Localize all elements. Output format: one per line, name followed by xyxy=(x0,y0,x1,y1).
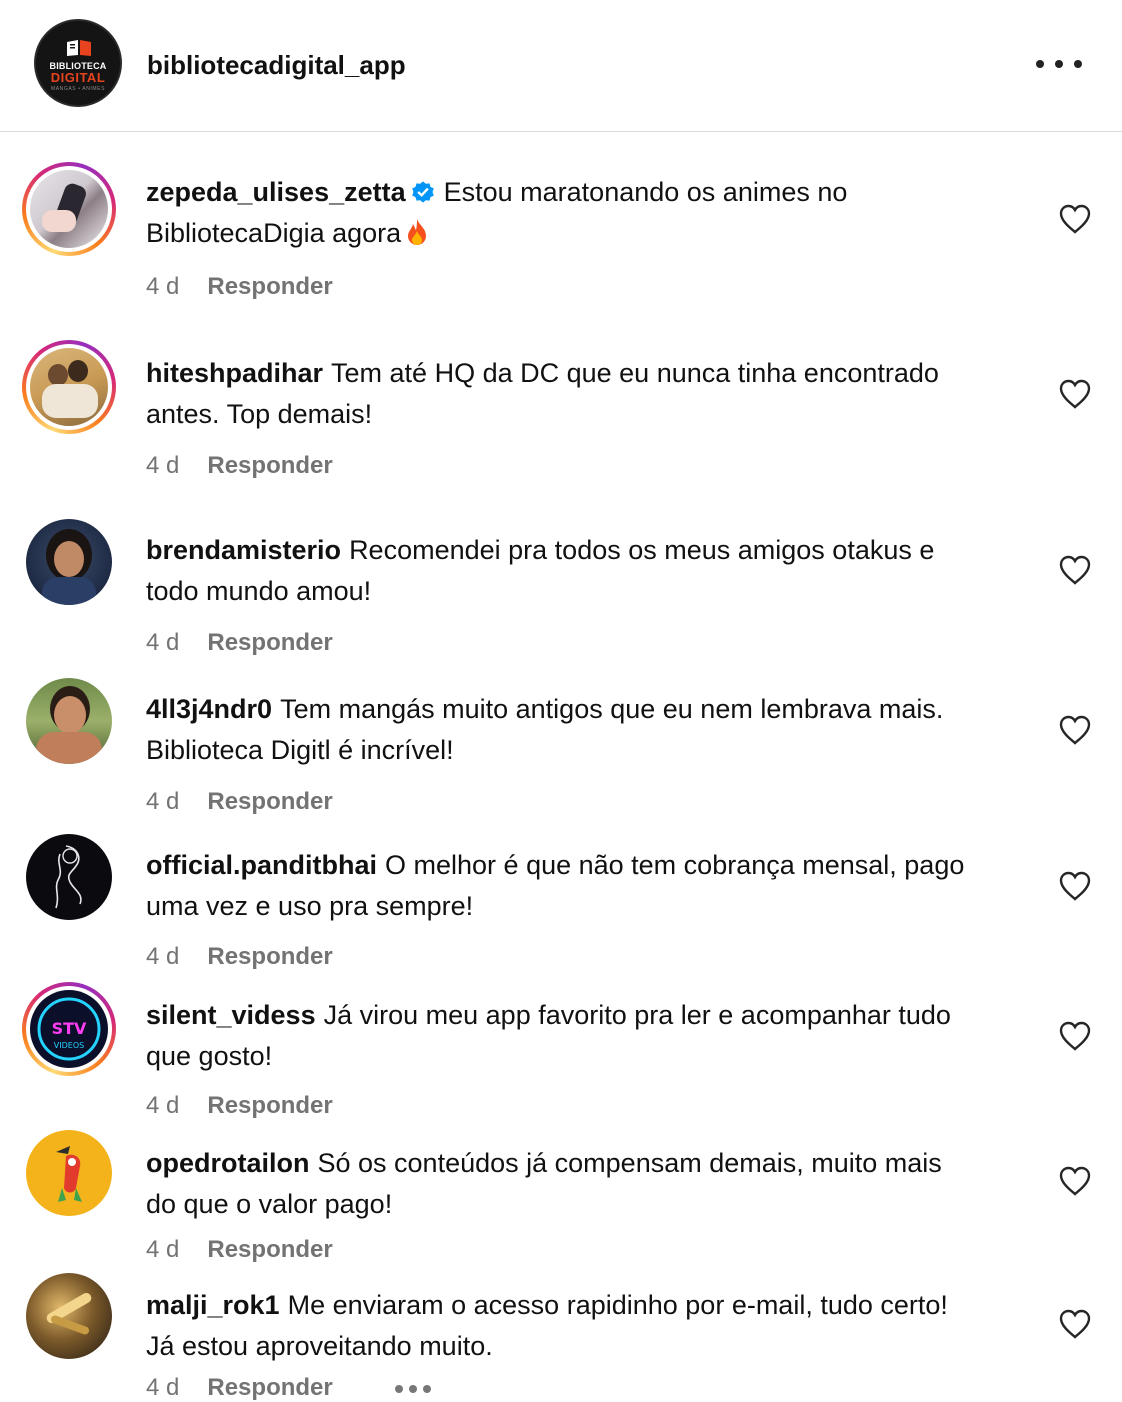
comment-text: silent_videss Já virou meu app favorito p… xyxy=(146,995,976,1077)
reply-button[interactable]: Responder xyxy=(207,629,332,656)
comment-username[interactable]: official.panditbhai xyxy=(146,850,377,880)
comment-text: malji_rok1 Me enviaram o acesso rapidinho… xyxy=(146,1285,976,1367)
comment-timestamp: 4 d xyxy=(146,1374,180,1401)
reply-button[interactable]: Responder xyxy=(207,1236,332,1263)
more-horizontal-icon[interactable] xyxy=(395,1385,431,1393)
heart-outline-icon[interactable] xyxy=(1058,714,1092,746)
avatar[interactable]: STV VIDEOS xyxy=(22,982,116,1076)
comment-timestamp: 4 d xyxy=(146,1092,180,1119)
reply-button[interactable]: Responder xyxy=(207,1092,332,1119)
account-avatar[interactable]: BIBLIOTECA DIGITAL MANGAS • ANIMES xyxy=(34,19,122,107)
heart-outline-icon[interactable] xyxy=(1058,870,1092,902)
comment-item: zepeda_ulises_zetta Estou maratonando os … xyxy=(0,160,1122,310)
comment-meta: 4 d Responder xyxy=(146,1374,333,1402)
comment-meta: 4 d Responder xyxy=(146,273,333,301)
comment-text: official.panditbhai O melhor é que não te… xyxy=(146,845,976,927)
comment-item: brendamisterio Recomendei pra todos os me… xyxy=(0,516,1122,666)
comment-timestamp: 4 d xyxy=(146,1236,180,1263)
avatar[interactable] xyxy=(22,162,116,256)
book-logo-icon xyxy=(67,40,91,56)
comment-item: opedrotailon Só os conteúdos já compensam… xyxy=(0,1128,1122,1278)
logo-text-sub: MANGAS • ANIMES xyxy=(50,86,106,92)
comment-timestamp: 4 d xyxy=(146,452,180,479)
heart-outline-icon[interactable] xyxy=(1058,378,1092,410)
comment-item: official.panditbhai O melhor é que não te… xyxy=(0,832,1122,982)
more-options-button[interactable] xyxy=(1036,54,1082,74)
neon-logo-image: STV VIDEOS xyxy=(37,997,101,1061)
avatar[interactable] xyxy=(22,340,116,434)
comment-username[interactable]: 4ll3j4ndr0 xyxy=(146,694,272,724)
comment-meta: 4 d Responder xyxy=(146,788,333,816)
line-art-image xyxy=(55,845,82,909)
comment-item: hiteshpadihar Tem até HQ da DC que eu nun… xyxy=(0,338,1122,488)
comment-text: opedrotailon Só os conteúdos já compensam… xyxy=(146,1143,976,1225)
reply-button[interactable]: Responder xyxy=(207,1374,332,1401)
account-name[interactable]: bibliotecadigital_app xyxy=(147,50,406,81)
heart-outline-icon[interactable] xyxy=(1058,1308,1092,1340)
comment-item: 4ll3j4ndr0 Tem mangás muito antigos que e… xyxy=(0,676,1122,826)
comment-meta: 4 d Responder xyxy=(146,452,333,480)
comment-timestamp: 4 d xyxy=(146,788,180,815)
heart-outline-icon[interactable] xyxy=(1058,203,1092,235)
comment-meta: 4 d Responder xyxy=(146,1092,333,1120)
avatar[interactable] xyxy=(26,519,112,605)
comment-text: brendamisterio Recomendei pra todos os me… xyxy=(146,530,976,612)
cartoon-avatar-image xyxy=(56,1146,82,1202)
comment-username[interactable]: malji_rok1 xyxy=(146,1290,280,1320)
comment-timestamp: 4 d xyxy=(146,273,180,300)
comment-username[interactable]: silent_videss xyxy=(146,1000,316,1030)
comment-username[interactable]: zepeda_ulises_zetta xyxy=(146,177,406,207)
comment-timestamp: 4 d xyxy=(146,629,180,656)
avatar[interactable] xyxy=(26,1273,112,1359)
verified-badge-icon xyxy=(411,181,434,203)
comment-meta: 4 d Responder xyxy=(146,1236,333,1264)
comment-username[interactable]: brendamisterio xyxy=(146,535,341,565)
heart-outline-icon[interactable] xyxy=(1058,1165,1092,1197)
avatar[interactable] xyxy=(26,1130,112,1216)
reply-button[interactable]: Responder xyxy=(207,943,332,970)
comment-text: hiteshpadihar Tem até HQ da DC que eu nun… xyxy=(146,353,976,435)
svg-text:VIDEOS: VIDEOS xyxy=(54,1041,84,1050)
fire-icon xyxy=(408,219,427,245)
comment-item: malji_rok1 Me enviaram o acesso rapidinho… xyxy=(0,1270,1122,1402)
heart-outline-icon[interactable] xyxy=(1058,1020,1092,1052)
comment-meta: 4 d Responder xyxy=(146,629,333,657)
comment-timestamp: 4 d xyxy=(146,943,180,970)
reply-button[interactable]: Responder xyxy=(207,452,332,479)
comment-text: zepeda_ulises_zetta Estou maratonando os … xyxy=(146,172,976,254)
comment-text: 4ll3j4ndr0 Tem mangás muito antigos que e… xyxy=(146,689,976,771)
avatar[interactable] xyxy=(26,834,112,920)
post-header: BIBLIOTECA DIGITAL MANGAS • ANIMES bibli… xyxy=(0,0,1122,132)
comment-username[interactable]: opedrotailon xyxy=(146,1148,310,1178)
logo-text-main: DIGITAL xyxy=(50,70,106,85)
more-horizontal-icon xyxy=(1036,60,1044,68)
comment-item: STV VIDEOS silent_videss Já virou meu app… xyxy=(0,980,1122,1130)
avatar[interactable] xyxy=(26,678,112,764)
comment-username[interactable]: hiteshpadihar xyxy=(146,358,323,388)
reply-button[interactable]: Responder xyxy=(207,788,332,815)
reply-button[interactable]: Responder xyxy=(207,273,332,300)
comment-meta: 4 d Responder xyxy=(146,943,333,971)
svg-text:STV: STV xyxy=(52,1019,87,1038)
heart-outline-icon[interactable] xyxy=(1058,554,1092,586)
